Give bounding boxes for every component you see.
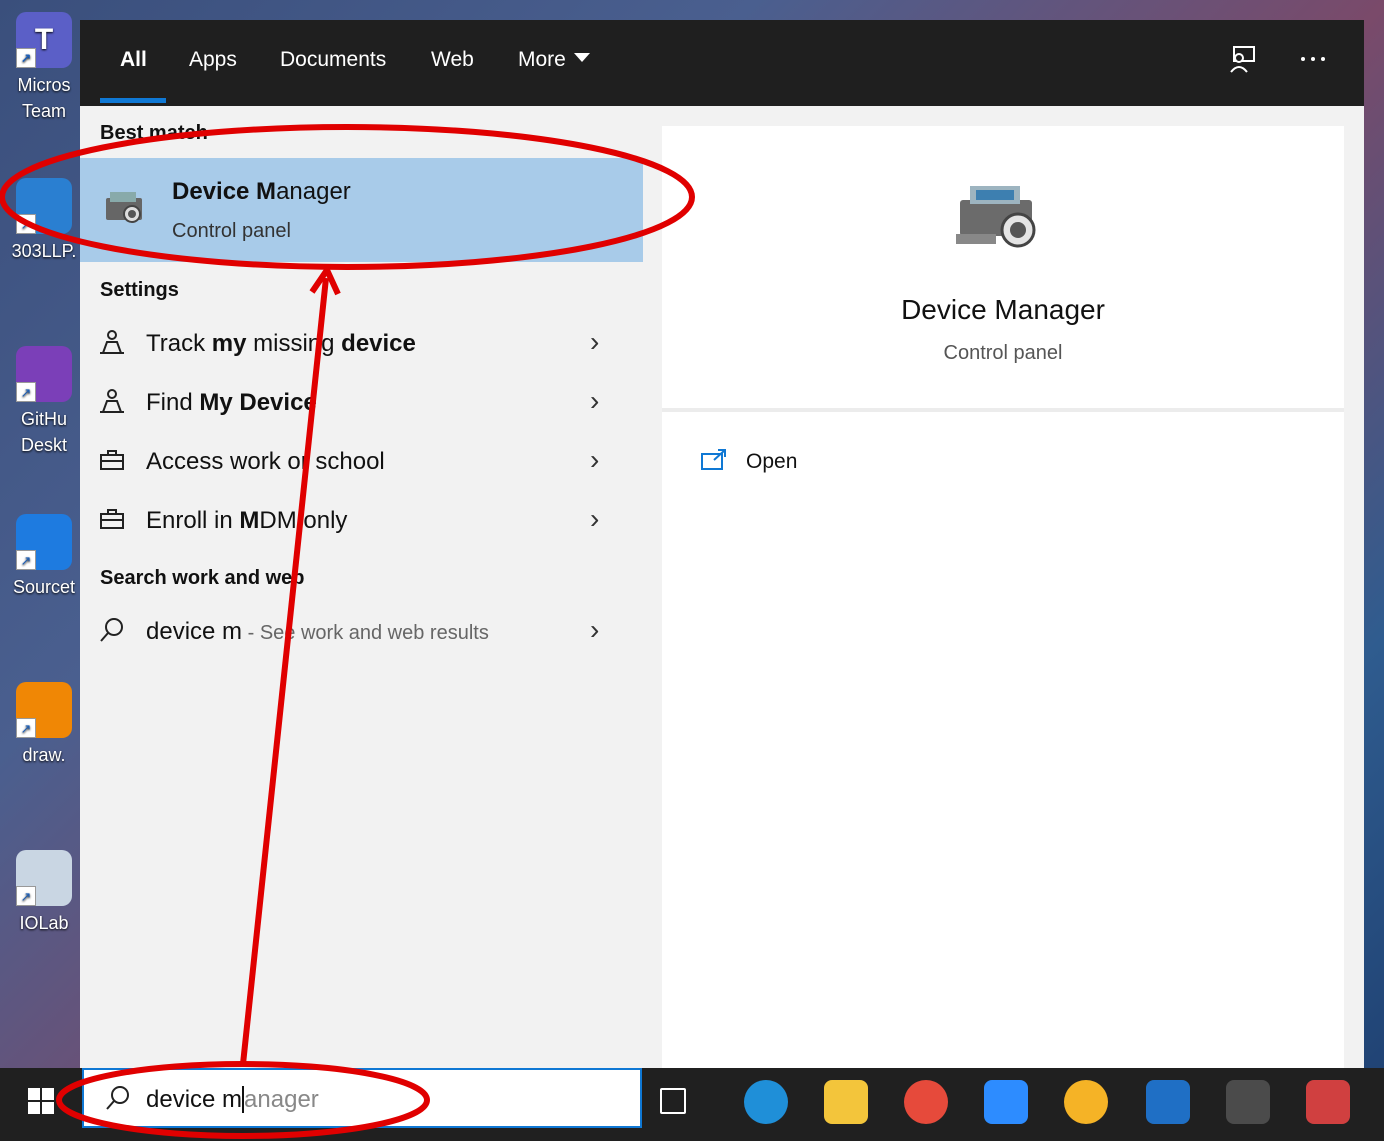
best-match-heading: Best match [100, 122, 208, 144]
search-icon [98, 616, 128, 646]
tab-documents[interactable]: Documents [280, 48, 386, 72]
shortcut-arrow-icon: ↗ [16, 550, 36, 570]
desktop-shortcut[interactable]: T ↗ Micros Team [8, 12, 80, 124]
search-typed-text: device m [146, 1086, 243, 1113]
search-input[interactable]: device manager [146, 1086, 319, 1114]
best-match-title: Device Manager [172, 178, 351, 206]
teams-icon: T ↗ [16, 12, 72, 68]
shortcut-arrow-icon: ↗ [16, 48, 36, 68]
outlook-icon[interactable] [1146, 1080, 1190, 1124]
desktop-shortcut-label: IOLab [19, 913, 69, 933]
web-heading: Search work and web [100, 567, 305, 589]
start-search-panel: All Apps Documents Web More Best match D… [80, 20, 1364, 1068]
computer-icon: ↗ [16, 178, 72, 234]
desktop-shortcut-label: GitHu Deskt [20, 409, 67, 455]
search-autocomplete: anager [244, 1086, 319, 1113]
web-result-row[interactable]: device m - See work and web results › [80, 606, 643, 660]
chevron-right-icon: › [590, 326, 600, 357]
results-list: Best match Device Manager Control panel … [80, 106, 643, 1068]
desktop-shortcut[interactable]: ↗ 303LLP. [8, 178, 80, 264]
taskbar-search-box[interactable]: device manager [82, 1068, 642, 1128]
tab-web[interactable]: Web [431, 48, 474, 72]
tab-apps[interactable]: Apps [189, 48, 237, 72]
more-options-icon[interactable] [1298, 44, 1328, 81]
shortcut-arrow-icon: ↗ [16, 718, 36, 738]
desktop-shortcut[interactable]: ↗ GitHu Deskt [8, 346, 80, 458]
settings-result-label: Access work or school [146, 448, 385, 475]
zoom-icon[interactable] [984, 1080, 1028, 1124]
shortcut-arrow-icon: ↗ [16, 382, 36, 402]
iolab-icon: ↗ [16, 850, 72, 906]
preview-pane: Device Manager Control panel Open [662, 126, 1344, 1068]
shortcut-arrow-icon: ↗ [16, 214, 36, 234]
settings-result-label: Track my missing device [146, 330, 416, 357]
desktop-shortcut-label: Micros Team [17, 75, 71, 121]
search-tabs-bar: All Apps Documents Web More [80, 20, 1364, 106]
task-view-icon[interactable] [660, 1088, 686, 1114]
chevron-right-icon: › [590, 614, 600, 645]
settings-result-row[interactable]: Find My Device › [80, 377, 643, 431]
active-tab-indicator [100, 98, 166, 103]
windows-start-icon[interactable] [28, 1088, 54, 1114]
tab-more[interactable]: More [518, 48, 590, 72]
briefcase-icon [98, 446, 128, 476]
desktop-shortcut-label: draw. [22, 745, 66, 765]
preview-title: Device Manager [901, 294, 1105, 325]
device-manager-large-icon [952, 176, 1048, 265]
sourcetree-icon: ↗ [16, 514, 72, 570]
settings-result-row[interactable]: Track my missing device › [80, 318, 643, 372]
chevron-right-icon: › [590, 385, 600, 416]
sublime-icon[interactable] [1226, 1080, 1270, 1124]
settings-heading: Settings [100, 279, 179, 301]
chevron-right-icon: › [590, 444, 600, 475]
chevron-down-icon [573, 53, 590, 62]
best-match-device-manager[interactable]: Device Manager Control panel [80, 158, 643, 262]
drawio-icon: ↗ [16, 682, 72, 738]
chrome-icon[interactable] [904, 1080, 948, 1124]
desktop-shortcut[interactable]: ↗ draw. [8, 682, 80, 768]
feedback-icon[interactable] [1228, 44, 1258, 81]
tab-more-label: More [518, 48, 566, 71]
web-query: device m [146, 618, 243, 645]
desktop-shortcut-label: Sourcet [12, 577, 76, 597]
settings-result-label: Find My Device [146, 389, 317, 416]
settings-result-row[interactable]: Access work or school › [80, 436, 643, 490]
open-action[interactable]: Open [700, 448, 797, 478]
desktop-shortcut-label: 303LLP. [11, 241, 77, 261]
briefcase-icon [98, 505, 128, 535]
web-suffix: - See work and web results [242, 622, 489, 644]
person-location-icon [98, 328, 128, 358]
best-match-subtitle: Control panel [172, 220, 291, 242]
device-manager-icon [100, 184, 150, 239]
github-desktop-icon: ↗ [16, 346, 72, 402]
desktop-shortcut[interactable]: ↗ IOLab [8, 850, 80, 936]
settings-result-label: Enroll in MDM only [146, 507, 348, 534]
tab-all[interactable]: All [120, 48, 147, 72]
weather-icon[interactable] [1064, 1080, 1108, 1124]
desktop-shortcut[interactable]: ↗ Sourcet [8, 514, 80, 600]
settings-result-row[interactable]: Enroll in MDM only › [80, 495, 643, 549]
edge-icon[interactable] [744, 1080, 788, 1124]
preview-subtitle: Control panel [943, 342, 1063, 364]
snipping-tool-icon[interactable] [1306, 1080, 1350, 1124]
shortcut-arrow-icon: ↗ [16, 886, 36, 906]
best-match-title-bold: Device M [172, 178, 277, 205]
open-label: Open [746, 450, 798, 473]
chevron-right-icon: › [590, 503, 600, 534]
open-external-icon [700, 448, 728, 478]
web-result-text: device m - See work and web results [146, 618, 489, 646]
preview-header: Device Manager Control panel [662, 126, 1344, 412]
best-match-title-rest: anager [276, 178, 351, 205]
search-icon [104, 1084, 132, 1117]
file-explorer-icon[interactable] [824, 1080, 868, 1124]
person-location-icon [98, 387, 128, 417]
